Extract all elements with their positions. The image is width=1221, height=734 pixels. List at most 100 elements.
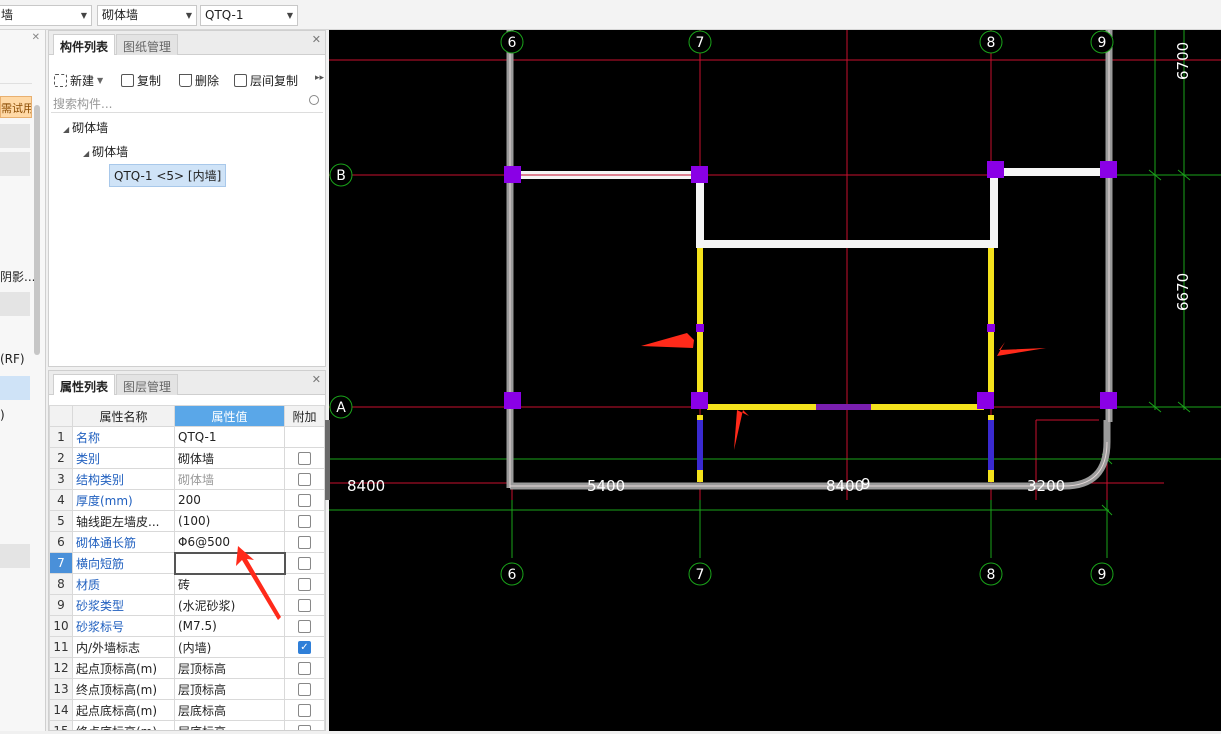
extra-checkbox[interactable] [298,620,311,633]
property-value[interactable]: 层顶标高 [174,657,285,679]
table-row[interactable]: 14 起点底标高(m) 层底标高 [49,699,325,721]
tree-root-label: 砌体墙 [72,121,109,135]
nav-text[interactable]: ) [0,408,5,422]
panel-splitter[interactable] [325,420,330,500]
row-index: 6 [49,531,73,553]
tree-root[interactable]: ◢ 砌体墙 [63,119,108,136]
extra-checkbox[interactable] [298,704,311,717]
copy-button[interactable]: 复制 [121,71,161,89]
tab-layer-management[interactable]: 图层管理 [116,374,179,395]
outer-wall-centerlines [509,30,1110,488]
extra-checkbox[interactable] [298,515,311,528]
chevron-down-icon: ▼ [286,11,293,20]
new-button[interactable]: 新建 ▼ [54,71,103,89]
extra-checkbox[interactable] [298,725,311,730]
drawing-canvas[interactable]: 6 7 8 9 6 7 8 9 B A 8400 5400 8400 9 320… [329,30,1221,731]
floor-plan[interactable]: 6 7 8 9 6 7 8 9 B A 8400 5400 8400 9 320… [329,30,1221,731]
property-extra [284,678,325,700]
grid-lines [329,30,1221,500]
axis-label-top: 9 [1098,35,1107,51]
table-row[interactable]: 2 类别 砌体墙 [49,447,325,469]
extra-checkbox[interactable] [298,536,311,549]
component-type-combo[interactable]: 墙 ▼ [0,5,92,26]
tab-component-list[interactable]: 构件列表 [53,34,116,55]
property-name: 砂浆标号 [72,615,175,637]
dimension-label: 8400 [347,477,385,495]
dimension-label: 9 [861,475,871,493]
nav-row-selected[interactable] [0,376,30,400]
tab-drawing-management[interactable]: 图纸管理 [116,34,179,55]
dimension-label: 6670 [1174,273,1192,311]
table-row[interactable]: 4 厚度(mm) 200 [49,489,325,511]
extra-checkbox[interactable] [298,452,311,465]
table-row[interactable]: 13 终点顶标高(m) 层顶标高 [49,678,325,700]
table-row[interactable]: 3 结构类别 砌体墙 [49,468,325,490]
dimension-label: 8400 [826,477,864,495]
row-index: 9 [49,594,73,616]
property-extra [284,510,325,532]
tree-child[interactable]: ◢ 砌体墙 [83,143,128,160]
property-value[interactable]: (内墙) [174,636,285,658]
property-value[interactable]: 层顶标高 [174,678,285,700]
property-extra [284,573,325,595]
axis-label-left: A [336,400,346,416]
axis-label-bottom: 9 [1098,567,1107,583]
column [987,161,1004,178]
nav-row[interactable] [0,62,32,84]
expand-icon[interactable]: ◢ [83,149,89,158]
axis-label-top: 8 [987,35,996,51]
floor-copy-label: 层间复制 [250,73,299,88]
table-row[interactable]: 11 内/外墙标志 (内墙) ✓ [49,636,325,658]
component-subtype-combo[interactable]: 砌体墙 ▼ [97,5,197,26]
col-value: 属性值 [174,405,285,427]
property-value[interactable]: 200 [174,489,285,511]
component-search-input[interactable]: 搜索构件... [51,93,323,113]
nav-row[interactable] [0,292,30,316]
table-row[interactable]: 5 轴线距左墙皮... (100) [49,510,325,532]
inner-walls-white [515,168,1105,248]
nav-text[interactable]: (RF) [0,352,25,366]
property-value[interactable]: 层底标高 [174,699,285,721]
extra-checkbox[interactable] [298,494,311,507]
close-icon[interactable]: ✕ [312,33,321,46]
table-row[interactable]: 15终点底标高(m)层底标高 [49,720,325,730]
extra-checkbox[interactable] [298,683,311,696]
column [691,166,708,183]
nav-row[interactable] [0,544,30,568]
floor-copy-button[interactable]: 层间复制 [234,71,298,89]
property-value[interactable]: QTQ-1 [174,426,285,448]
property-name: 名称 [72,426,175,448]
axis-label-bottom: 7 [696,567,705,583]
table-row[interactable]: 1 名称 QTQ-1 [49,426,325,448]
extra-checkbox[interactable] [298,662,311,675]
tree-item-selected[interactable]: QTQ-1 <5> [内墙] [109,164,227,187]
row-index: 11 [49,636,73,658]
property-name: 结构类别 [72,468,175,490]
nav-row[interactable] [0,124,30,148]
property-value[interactable]: 砌体墙 [174,468,285,490]
property-value[interactable]: (100) [174,510,285,532]
property-arrow-annotation [236,546,281,620]
close-icon[interactable]: ✕ [312,373,321,386]
nav-text[interactable]: 阴影... [0,268,34,285]
property-value[interactable]: 砌体墙 [174,447,285,469]
table-row[interactable]: 12 起点顶标高(m) 层顶标高 [49,657,325,679]
extra-checkbox[interactable]: ✓ [298,641,311,654]
extra-checkbox[interactable] [298,599,311,612]
scrollbar[interactable] [34,105,40,355]
combo-value: 墙 [1,8,14,22]
extra-checkbox[interactable] [298,473,311,486]
delete-button[interactable]: 删除 [179,71,219,89]
extra-checkbox[interactable] [298,557,312,570]
close-icon[interactable]: ✕ [32,32,40,43]
more-icon[interactable]: ▸▸ [315,73,324,83]
extra-checkbox[interactable] [298,578,311,591]
tab-property-list[interactable]: 属性列表 [53,374,116,395]
property-value[interactable]: 层底标高 [174,720,285,730]
component-name-combo[interactable]: QTQ-1 ▼ [200,5,298,26]
property-name: 砂浆类型 [72,594,175,616]
expand-icon[interactable]: ◢ [63,125,69,134]
row-index: 5 [49,510,73,532]
trial-badge[interactable]: 需试用 [0,96,32,118]
nav-row[interactable] [0,152,30,176]
